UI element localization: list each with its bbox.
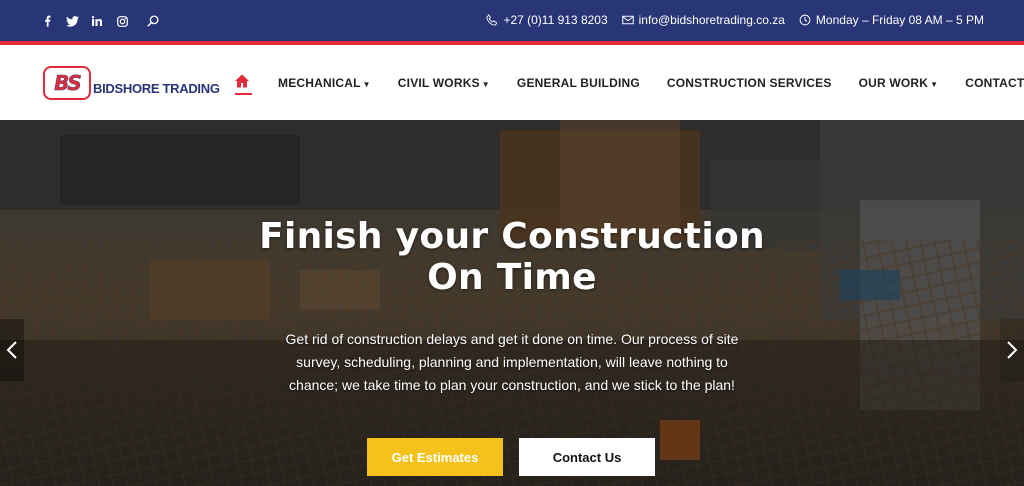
main-header: BS BIDSHORE TRADING MECHANICAL ▼ CIVIL WO… [0, 45, 1024, 120]
main-nav: MECHANICAL ▼ CIVIL WORKS ▼ GENERAL BUILDIN… [234, 74, 1024, 91]
phone-info[interactable]: +27 (0)11 913 8203 [486, 13, 608, 27]
search-icon[interactable] [146, 13, 160, 29]
twitter-icon[interactable] [65, 13, 79, 29]
active-nav-indicator [235, 93, 252, 95]
hero-title: Finish your Construction On Time [259, 216, 765, 298]
nav-construction-services[interactable]: CONSTRUCTION SERVICES [667, 76, 832, 90]
hero-description: Get rid of construction delays and get i… [285, 331, 739, 393]
nav-general-building[interactable]: GENERAL BUILDING [517, 76, 640, 90]
slider-prev-button[interactable] [0, 319, 24, 381]
facebook-icon[interactable] [40, 13, 54, 29]
nav-home[interactable] [234, 74, 278, 91]
logo[interactable]: BS BIDSHORE TRADING [43, 66, 220, 100]
chevron-down-icon: ▼ [362, 79, 371, 89]
email-address: info@bidshoretrading.co.za [638, 13, 785, 27]
chevron-left-icon [6, 341, 17, 359]
get-estimates-button[interactable]: Get Estimates [367, 438, 503, 476]
nav-civil-works[interactable]: CIVIL WORKS ▼ [398, 76, 490, 90]
social-links [40, 13, 160, 29]
linkedin-icon[interactable] [90, 13, 104, 29]
nav-mechanical[interactable]: MECHANICAL ▼ [278, 76, 371, 90]
logo-text: BIDSHORE TRADING [93, 80, 220, 96]
home-icon [235, 74, 249, 88]
mail-icon [621, 15, 634, 25]
contact-info: +27 (0)11 913 8203 info@bidshoretrading.… [486, 13, 984, 27]
chevron-down-icon: ▼ [481, 79, 490, 89]
hero-slider: Finish your Construction On Time Get rid… [0, 120, 1024, 486]
phone-number: +27 (0)11 913 8203 [503, 13, 608, 27]
nav-contact-us[interactable]: CONTACT US [965, 76, 1024, 90]
slider-next-button[interactable] [1000, 319, 1024, 381]
chevron-down-icon: ▼ [930, 79, 939, 89]
contact-us-button[interactable]: Contact Us [519, 438, 655, 476]
instagram-icon[interactable] [115, 13, 129, 29]
nav-our-work[interactable]: OUR WORK ▼ [859, 76, 939, 90]
phone-icon [486, 14, 498, 26]
hero-overlay [0, 120, 1024, 486]
clock-icon [799, 14, 811, 26]
chevron-right-icon [1007, 341, 1018, 359]
email-info[interactable]: info@bidshoretrading.co.za [621, 13, 785, 27]
hours-info: Monday – Friday 08 AM – 5 PM [799, 13, 984, 27]
logo-mark: BS [43, 66, 91, 100]
top-bar: +27 (0)11 913 8203 info@bidshoretrading.… [0, 0, 1024, 41]
business-hours: Monday – Friday 08 AM – 5 PM [815, 13, 984, 27]
